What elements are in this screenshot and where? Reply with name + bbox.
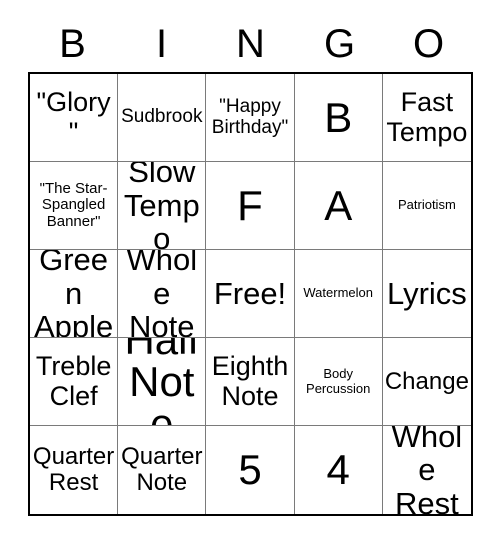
bingo-cell-label: "The Star-Spangled Banner" <box>39 180 108 230</box>
bingo-header: B I N G O <box>28 16 473 72</box>
bingo-cell[interactable]: Change <box>382 338 471 426</box>
bingo-header-letter-b: B <box>59 22 86 66</box>
bingo-cell[interactable]: 4 <box>294 426 383 514</box>
bingo-cell[interactable]: Watermelon <box>294 250 383 338</box>
bingo-cell-label: Green Apple <box>33 250 114 338</box>
bingo-cell[interactable]: Whole Rest <box>382 426 471 514</box>
bingo-header-letter-i: I <box>155 22 168 66</box>
bingo-cell-label: Quarter Note <box>121 443 203 496</box>
bingo-cell[interactable]: Sudbrook <box>118 74 207 162</box>
bingo-cell[interactable]: Quarter Rest <box>30 426 119 514</box>
bingo-cell[interactable]: Quarter Note <box>118 426 207 514</box>
bingo-cell[interactable]: 5 <box>206 426 295 514</box>
bingo-cell[interactable]: Patriotism <box>382 162 471 250</box>
bingo-cell[interactable]: "Glory" <box>30 74 119 162</box>
bingo-cell[interactable]: Whole Note <box>118 250 207 338</box>
bingo-header-letter-g: G <box>323 22 356 66</box>
bingo-cell-label: Patriotism <box>397 197 456 213</box>
bingo-cell[interactable]: "The Star-Spangled Banner" <box>30 162 119 250</box>
bingo-cell-label: Free! <box>213 275 287 311</box>
bingo-header-letter-n: N <box>236 22 265 66</box>
bingo-cell-label: Eighth Note <box>211 351 289 411</box>
bingo-cell[interactable]: Lyrics <box>382 250 471 338</box>
bingo-free-space[interactable]: Free! <box>206 250 295 338</box>
bingo-cell-label: Treble Clef <box>35 351 112 411</box>
bingo-cell-label: Whole Note <box>126 250 198 338</box>
bingo-cell-label: F <box>237 181 263 229</box>
bingo-cell-label: Slow Tempo <box>123 162 200 250</box>
bingo-cell[interactable]: Green Apple <box>30 250 119 338</box>
bingo-cell-label: 4 <box>326 446 350 493</box>
bingo-cell-label: Sudbrook <box>121 106 203 128</box>
bingo-cell-label: Body Percussion <box>306 366 371 396</box>
bingo-cell-label: Quarter Rest <box>32 443 115 496</box>
bingo-cell[interactable]: Body Percussion <box>294 338 383 426</box>
bingo-cell-label: "Happy Birthday" <box>211 95 289 138</box>
bingo-cell-label: B <box>324 93 353 141</box>
bingo-cell-label: Whole Rest <box>391 426 463 514</box>
bingo-cell[interactable]: Fast Tempo <box>382 74 471 162</box>
bingo-cell[interactable]: Eighth Note <box>206 338 295 426</box>
bingo-cell[interactable]: B <box>294 74 383 162</box>
bingo-cell[interactable]: "Happy Birthday" <box>206 74 295 162</box>
bingo-cell-label: Change <box>384 367 469 395</box>
bingo-cell-label: A <box>324 181 353 229</box>
bingo-cell-label: "Glory" <box>36 87 111 147</box>
bingo-cell[interactable]: A <box>294 162 383 250</box>
bingo-cell[interactable]: Slow Tempo <box>118 162 207 250</box>
bingo-cell[interactable]: F <box>206 162 295 250</box>
bingo-cell[interactable]: Treble Clef <box>30 338 119 426</box>
bingo-cell[interactable]: Half Note <box>118 338 207 426</box>
bingo-cell-label: Watermelon <box>303 285 373 301</box>
bingo-cell-label: Lyrics <box>386 275 467 311</box>
bingo-cell-label: Half Note <box>124 338 200 426</box>
bingo-cell-label: Fast Tempo <box>386 87 468 147</box>
bingo-grid: "Glory" Sudbrook "Happy Birthday" B Fast… <box>28 72 473 516</box>
bingo-cell-label: 5 <box>238 446 262 493</box>
bingo-card: B I N G O "Glory" Sudbrook "Happy Birthd… <box>0 0 500 544</box>
bingo-header-letter-o: O <box>412 22 445 66</box>
